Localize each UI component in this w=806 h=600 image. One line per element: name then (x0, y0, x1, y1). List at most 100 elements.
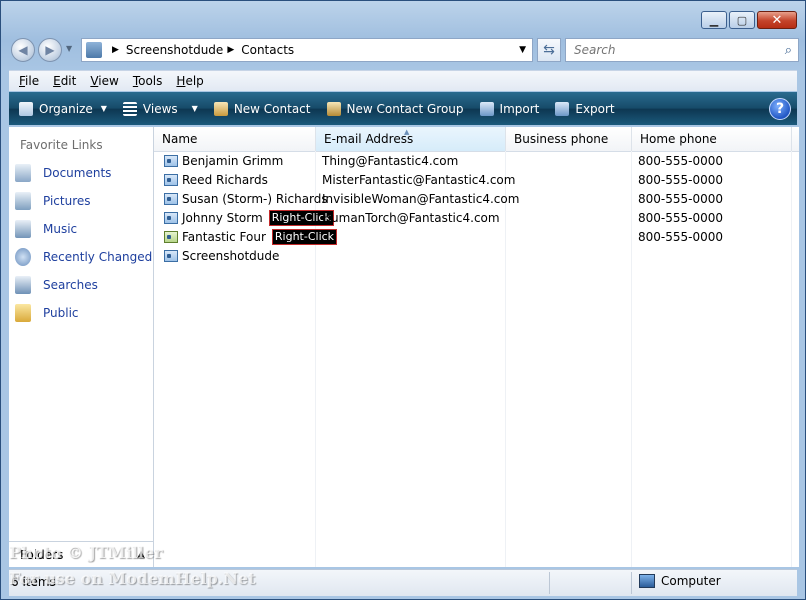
contact-card-icon (164, 155, 178, 167)
sort-ascending-icon: ▲ (404, 128, 410, 136)
contact-email: HumanTorch@Fantastic4.com (322, 211, 500, 225)
views-icon (122, 101, 137, 116)
sidebar-item-documents[interactable]: Documents (15, 163, 111, 183)
menu-file[interactable]: File (19, 74, 39, 88)
favorite-links-heading: Favorite Links (20, 138, 103, 152)
contact-name: Johnny Storm (182, 211, 263, 225)
views-label: Views (142, 101, 178, 116)
back-arrow-icon: ◀ (18, 43, 28, 57)
column-header-business-phone[interactable]: Business phone (506, 127, 632, 151)
search-input[interactable] (572, 42, 766, 58)
sidebar-item-music[interactable]: Music (15, 219, 77, 239)
new-contact-group-icon (326, 101, 341, 116)
views-button[interactable]: Views ▼ (122, 101, 198, 116)
column-headers: Name E-mail Address ▲ Business phone Hom… (154, 127, 799, 152)
sidebar-item-label: Pictures (43, 194, 91, 208)
breadcrumb-screenshotdude[interactable]: Screenshotdude (126, 43, 223, 57)
sidebar-item-label: Searches (43, 278, 98, 292)
breadcrumb-separator-icon[interactable]: ▶ (227, 45, 234, 55)
close-icon: ✕ (771, 12, 783, 28)
maximize-button[interactable]: ▢ (729, 11, 755, 29)
forward-button[interactable]: ▶ (38, 38, 62, 62)
address-bar[interactable]: ▶ Screenshotdude ▶ Contacts ▼ (81, 38, 533, 62)
contact-home-phone: 800-555-0000 (638, 173, 724, 187)
menu-edit[interactable]: Edit (53, 74, 76, 88)
item-count: 6 items (11, 575, 56, 589)
sidebar-item-recently-changed[interactable]: Recently Changed (15, 247, 152, 267)
search-box[interactable]: ⌕ (565, 38, 799, 62)
table-row[interactable]: Reed Richards MisterFantastic@Fantastic4… (154, 171, 799, 190)
sidebar-item-searches[interactable]: Searches (15, 275, 98, 295)
export-icon (555, 101, 570, 116)
help-icon: ? (775, 100, 785, 117)
column-header-name[interactable]: Name (154, 127, 316, 151)
breadcrumb-separator-icon[interactable]: ▶ (112, 45, 119, 55)
status-divider (631, 572, 632, 594)
contact-name: Fantastic Four (182, 230, 266, 244)
sidebar-item-label: Recently Changed (43, 250, 153, 264)
new-contact-group-button[interactable]: New Contact Group (326, 101, 464, 116)
menu-view[interactable]: View (90, 74, 118, 88)
contact-home-phone: 800-555-0000 (638, 211, 724, 225)
minimize-button[interactable]: ▁ (701, 11, 727, 29)
status-divider (549, 572, 550, 594)
folders-toggle[interactable]: Folders ▲ (9, 541, 153, 567)
public-folder-icon (15, 304, 31, 322)
export-label: Export (575, 101, 615, 116)
computer-icon (639, 574, 655, 588)
table-row[interactable]: Benjamin Grimm Thing@Fantastic4.com 800-… (154, 152, 799, 171)
menu-bar: File Edit View Tools Help (9, 70, 797, 91)
column-header-home-phone[interactable]: Home phone (632, 127, 792, 151)
address-dropdown-icon[interactable]: ▼ (519, 45, 526, 55)
folders-label: Folders (20, 547, 64, 562)
sidebar-item-pictures[interactable]: Pictures (15, 191, 91, 211)
organize-button[interactable]: Organize ▼ (19, 101, 107, 116)
breadcrumb-contacts[interactable]: Contacts (241, 43, 294, 57)
table-row[interactable]: Johnny Storm Right-Click HumanTorch@Fanta… (154, 209, 799, 228)
sidebar-item-public[interactable]: Public (15, 303, 79, 323)
contact-email: InvisibleWoman@Fantastic4.com (322, 192, 520, 206)
import-label: Import (499, 101, 540, 116)
maximize-icon: ▢ (736, 13, 748, 27)
sidebar-item-label: Public (43, 306, 79, 320)
back-button[interactable]: ◀ (11, 38, 35, 62)
search-icon[interactable]: ⌕ (785, 43, 792, 58)
contacts-folder-icon (86, 42, 102, 58)
table-row[interactable]: Screenshotdude (154, 247, 799, 266)
chevron-down-icon: ▼ (100, 104, 107, 113)
new-contact-group-label: New Contact Group (346, 101, 464, 116)
chevron-down-icon[interactable]: ▼ (192, 104, 198, 113)
computer-zone: Computer (639, 574, 721, 588)
import-button[interactable]: Import (479, 101, 540, 116)
menu-help[interactable]: Help (176, 74, 203, 88)
contact-card-icon (164, 212, 178, 224)
contacts-list: Name E-mail Address ▲ Business phone Hom… (154, 127, 799, 567)
contact-email: Thing@Fantastic4.com (322, 154, 459, 168)
command-bar: Organize ▼ Views ▼ New Contact New Conta… (9, 92, 797, 125)
import-icon (479, 101, 494, 116)
music-icon (15, 220, 31, 238)
recent-pages-dropdown[interactable]: ▼ (66, 44, 72, 53)
organize-label: Organize (39, 101, 93, 116)
new-contact-label: New Contact (233, 101, 311, 116)
contact-card-icon (164, 193, 178, 205)
contact-name: Reed Richards (182, 173, 268, 187)
right-click-annotation: Right-Click (271, 229, 338, 245)
table-row[interactable]: Susan (Storm-) Richards InvisibleWoman@F… (154, 190, 799, 209)
help-button[interactable]: ? (769, 97, 791, 120)
close-button[interactable]: ✕ (757, 11, 797, 29)
sidebar-item-label: Documents (43, 166, 112, 180)
new-contact-button[interactable]: New Contact (213, 101, 311, 116)
new-contact-icon (213, 101, 228, 116)
contact-email: MisterFantastic@Fantastic4.com (322, 173, 516, 187)
navigation-bar: ◀ ▶ ▼ ▶ Screenshotdude ▶ Contacts ▼ ⇆ ⌕ (9, 37, 799, 65)
contact-name: Susan (Storm-) Richards (182, 192, 328, 206)
export-button[interactable]: Export (555, 101, 615, 116)
menu-tools[interactable]: Tools (133, 74, 163, 88)
pictures-icon (15, 192, 31, 210)
searches-icon (15, 276, 31, 294)
refresh-button[interactable]: ⇆ (537, 38, 561, 62)
contact-name: Benjamin Grimm (182, 154, 284, 168)
table-row[interactable]: Fantastic Four Right-Click 800-555-0000 (154, 228, 799, 247)
column-header-email[interactable]: E-mail Address (316, 127, 506, 151)
